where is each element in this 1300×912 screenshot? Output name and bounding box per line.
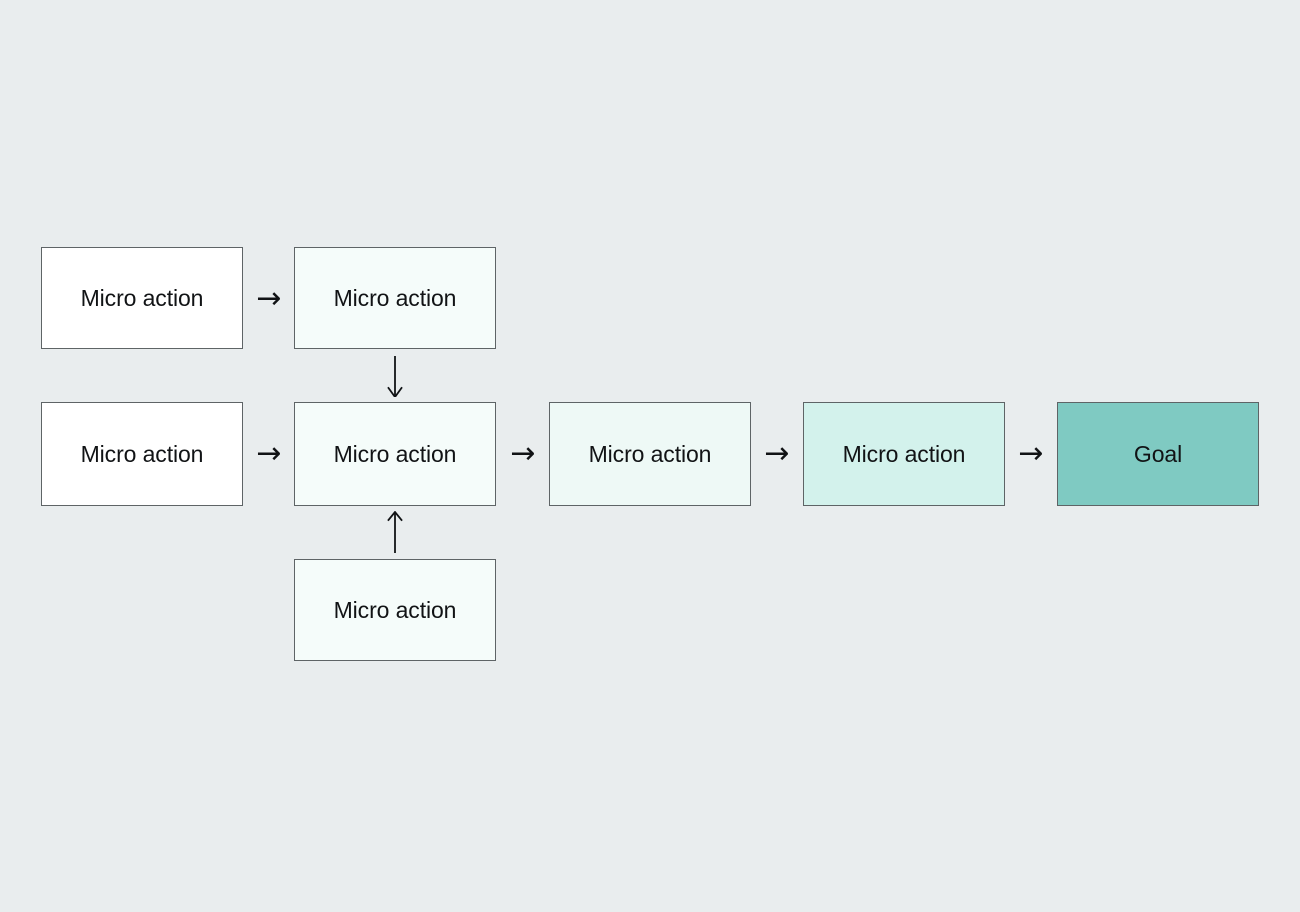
goal-node[interactable]: Goal bbox=[1057, 402, 1259, 506]
micro-action-node[interactable]: Micro action bbox=[294, 559, 496, 661]
micro-action-node[interactable]: Micro action bbox=[41, 247, 243, 349]
arrow-up-icon bbox=[381, 510, 409, 553]
micro-action-node[interactable]: Micro action bbox=[41, 402, 243, 506]
arrow-down-icon bbox=[381, 355, 409, 399]
micro-action-node[interactable]: Micro action bbox=[294, 247, 496, 349]
micro-action-node[interactable]: Micro action bbox=[549, 402, 751, 506]
diagram-canvas: Micro action Micro action Micro action Micr… bbox=[0, 0, 1300, 912]
arrow-right-icon: → bbox=[256, 436, 282, 471]
micro-action-node[interactable]: Micro action bbox=[803, 402, 1005, 506]
arrow-right-icon: → bbox=[764, 436, 790, 471]
arrow-right-icon: → bbox=[1018, 436, 1044, 471]
micro-action-node[interactable]: Micro action bbox=[294, 402, 496, 506]
arrow-right-icon: → bbox=[510, 436, 536, 471]
arrow-right-icon: → bbox=[256, 281, 282, 316]
